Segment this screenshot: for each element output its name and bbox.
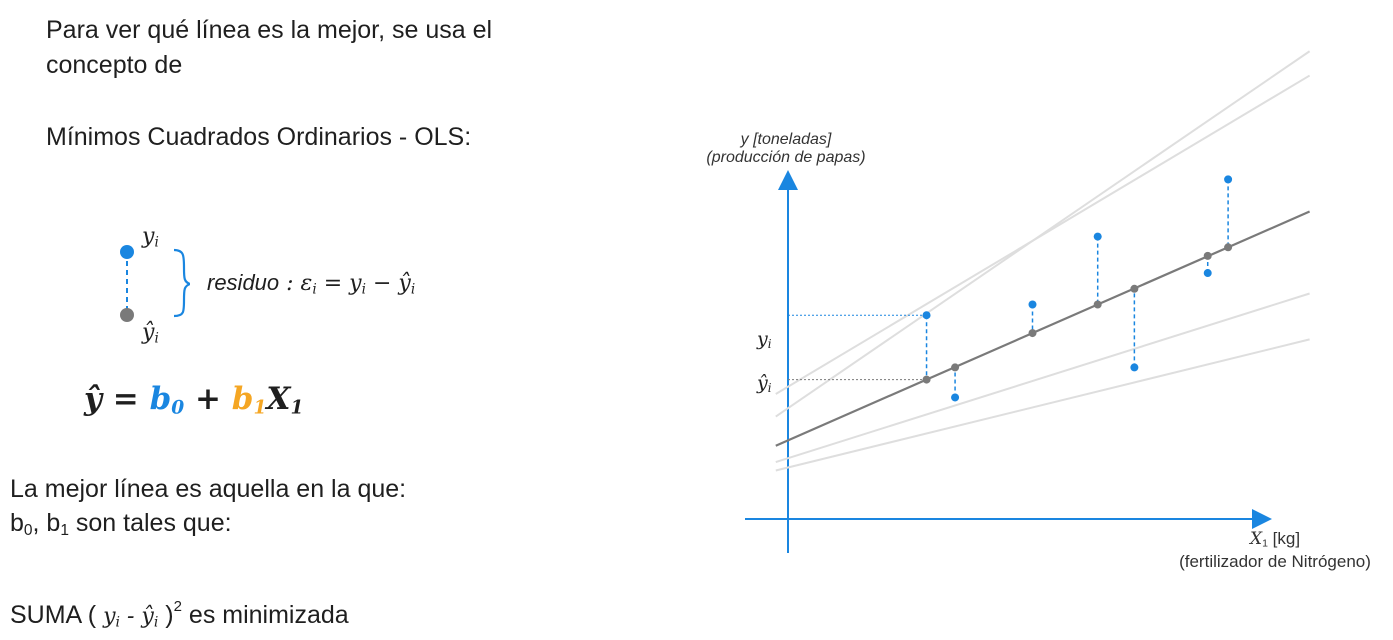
observed-point: [1028, 300, 1037, 309]
predicted-point: [1028, 329, 1037, 338]
yi-tick-label: yi: [757, 328, 772, 351]
x-axis-title: X1 [kg] (fertilizador de Nitrógeno): [1179, 529, 1371, 571]
yhat-tick-label: ŷi: [757, 372, 772, 395]
candidate-line: [775, 74, 1311, 395]
observed-point: [951, 393, 960, 402]
predicted-point: [1130, 284, 1139, 293]
observed-point: [1203, 269, 1212, 278]
observed-point: [1130, 363, 1139, 372]
observed-point: [922, 311, 931, 320]
predicted-point: [922, 375, 931, 384]
observed-point: [1093, 232, 1102, 241]
candidate-line: [775, 338, 1310, 472]
predicted-point: [1093, 300, 1102, 309]
predicted-point: [951, 363, 960, 372]
predicted-point: [1203, 251, 1212, 260]
observed-point: [1224, 175, 1233, 184]
candidate-line: [775, 292, 1310, 464]
y-axis-title: y [toneladas] (producción de papas): [706, 131, 866, 166]
predicted-point: [1224, 243, 1233, 252]
